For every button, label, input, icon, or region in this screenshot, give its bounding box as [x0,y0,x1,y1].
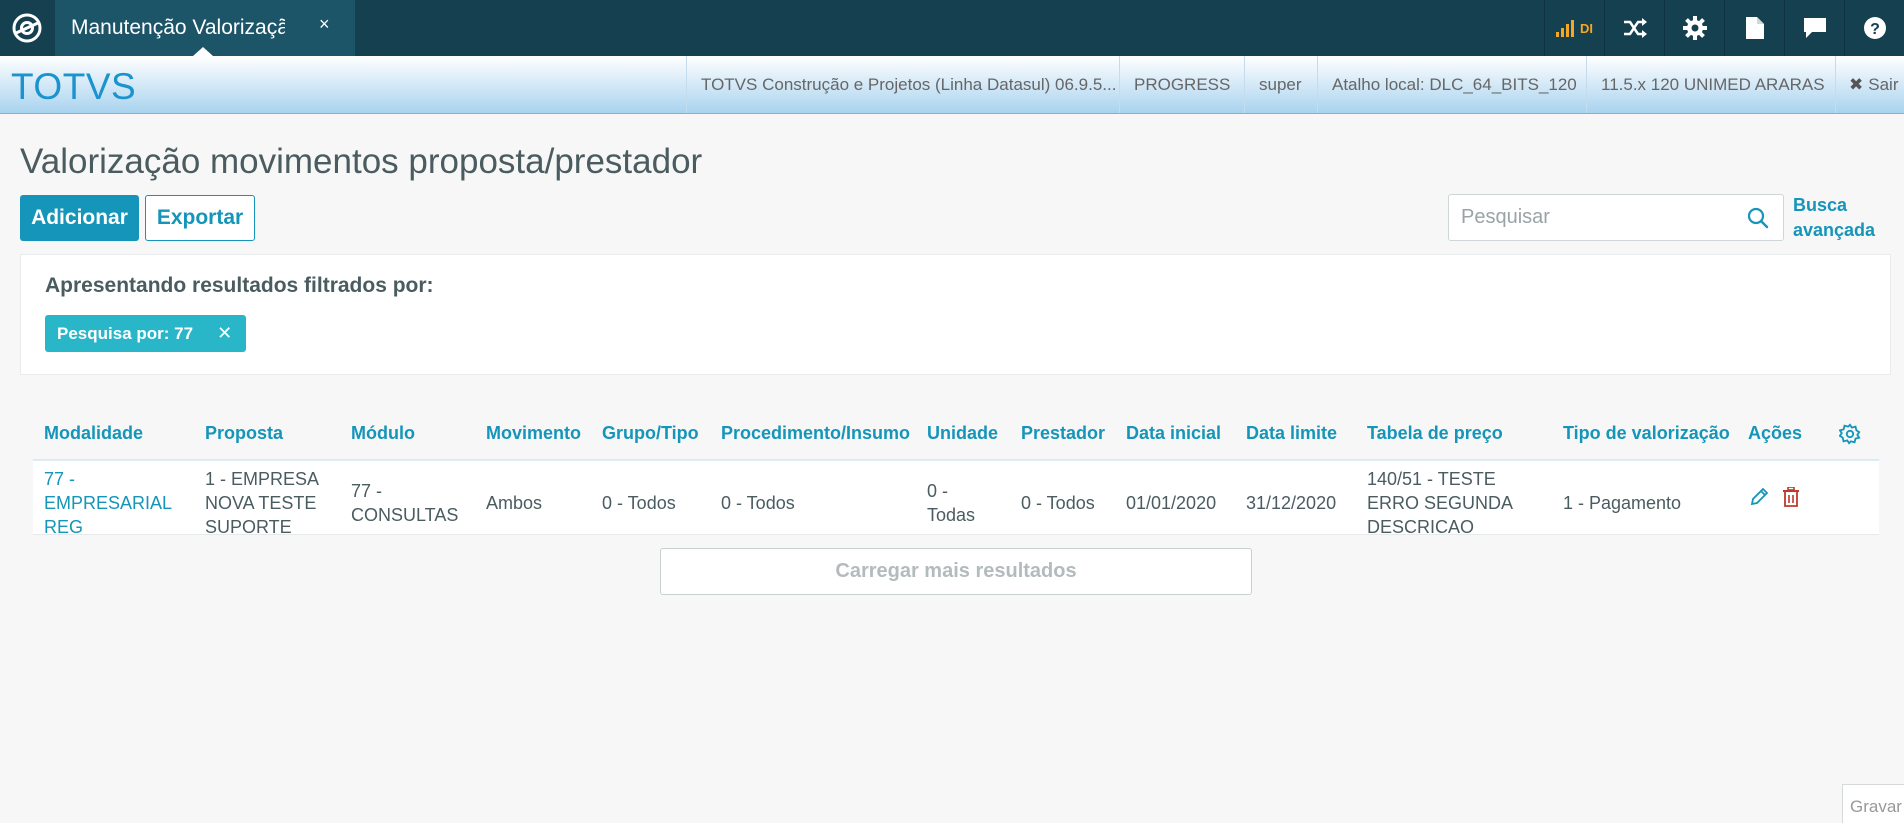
cell-text: SUPORTE [205,517,292,537]
cell-modalidade[interactable]: 77 - EMPRESARIAL REG [44,467,172,539]
column-header: Ações [1748,423,1803,443]
info-user: super [1244,56,1316,113]
signal-label: DI [1580,20,1593,36]
cell-text: 140/51 - TESTE [1367,469,1496,489]
export-button[interactable]: Exportar [145,195,255,241]
info-database: PROGRESS [1119,56,1244,113]
exit-label: Sair [1868,74,1899,94]
filter-chip-label: Pesquisa por: 77 [57,323,194,343]
save-button[interactable]: Gravar [1842,784,1904,823]
document-icon[interactable] [1724,0,1784,56]
cell-text: 0 - [927,481,949,501]
advanced-search-link[interactable]: Busca avançada [1793,193,1893,243]
cell-text: EMPRESARIAL [44,493,173,513]
info-company: 11.5.x 120 UNIMED ARARAS [1586,56,1839,113]
column-header[interactable]: Data limite [1246,423,1337,444]
cell-text: 1 - EMPRESA [205,469,320,489]
search-input[interactable] [1461,195,1741,240]
cell-procedimento: 0 - Todos [721,493,795,513]
column-header[interactable]: Módulo [351,423,415,444]
cell-text: ERRO SEGUNDA [1367,493,1514,513]
search-box [1448,194,1784,241]
table-header: Modalidade Proposta Módulo Movimento Gru… [33,413,1879,461]
column-header[interactable]: Movimento [486,423,581,444]
info-bar: TOTVS TOTVS Construção e Projetos (Linha… [0,56,1904,114]
column-header[interactable]: Unidade [927,423,998,444]
column-header[interactable]: Grupo/Tipo [602,423,699,444]
column-header[interactable]: Proposta [205,423,283,444]
chip-close-icon[interactable]: ✕ [217,323,232,344]
tab-pointer [193,47,213,56]
tab-manutencao[interactable]: Manutenção Valorizaçã × [55,0,355,56]
load-more-button[interactable]: Carregar mais resultados [660,548,1252,595]
help-icon[interactable]: ? [1844,0,1904,56]
gear-icon[interactable] [1664,0,1724,56]
cell-prestador: 0 - Todos [1021,493,1095,513]
filter-chip: Pesquisa por: 77 ✕ [45,315,247,352]
cell-tipo-valorizacao: 1 - Pagamento [1563,493,1682,513]
cell-movimento: Ambos [486,493,543,513]
add-button[interactable]: Adicionar [20,195,139,241]
cell-text: DESCRICAO [1367,517,1475,537]
cell-text: CONSULTAS [351,505,459,525]
top-icon-bar: DI ? [1544,0,1904,56]
edit-pencil-icon[interactable] [1749,487,1769,512]
filter-panel: Apresentando resultados filtrados por: P… [20,254,1891,375]
tab-close-icon[interactable]: × [319,14,330,35]
tab-label: Manutenção Valorizaçã [71,16,285,39]
chat-icon[interactable] [1784,0,1844,56]
cell-grupo-tipo: 0 - Todos [602,493,676,513]
delete-trash-icon[interactable] [1782,486,1800,512]
column-header[interactable]: Tipo de valorização [1563,423,1730,444]
cell-text: 77 - [44,469,76,489]
column-header[interactable]: Procedimento/Insumo [721,423,910,444]
page-title: Valorização movimentos proposta/prestado… [20,142,703,181]
table-settings-gear-icon[interactable] [1838,423,1861,450]
cell-tabela-preco: 140/51 - TESTE ERRO SEGUNDA DESCRICAO [1367,467,1513,539]
column-header[interactable]: Data inicial [1126,423,1221,444]
info-product: TOTVS Construção e Projetos (Linha Datas… [686,56,1130,113]
close-icon: ✖ [1849,74,1864,94]
cell-proposta: 1 - EMPRESA NOVA TESTE SUPORTE [205,467,319,539]
cell-text: NOVA TESTE [205,493,317,513]
cell-modulo: 77 - CONSULTAS [351,479,458,527]
shuffle-icon[interactable] [1604,0,1664,56]
search-icon[interactable] [1747,207,1769,234]
cell-data-limite: 31/12/2020 [1246,493,1337,513]
table-row[interactable]: 77 - EMPRESARIAL REG 1 - EMPRESA NOVA TE… [33,461,1879,537]
brand-logo: TOTVS [11,66,137,107]
column-header[interactable]: Tabela de preço [1367,423,1503,444]
cell-text: REG [44,517,84,537]
column-header[interactable]: Modalidade [44,423,143,444]
cell-unidade: 0 - Todas [927,479,975,527]
exit-button[interactable]: ✖ Sair [1835,56,1898,113]
signal-icon[interactable]: DI [1544,0,1604,56]
svg-text:?: ? [1870,21,1880,38]
info-shortcut: Atalho local: DLC_64_BITS_120 [1317,56,1591,113]
column-header[interactable]: Prestador [1021,423,1105,444]
top-bar: Manutenção Valorizaçã × DI ? [0,0,1904,56]
filter-title: Apresentando resultados filtrados por: [45,274,434,297]
results-table: Modalidade Proposta Módulo Movimento Gru… [33,413,1879,537]
cell-text: Todas [927,505,976,525]
cell-data-inicial: 01/01/2020 [1126,493,1217,513]
totvs-logo-icon[interactable] [0,0,53,56]
cell-text: 77 - [351,481,383,501]
